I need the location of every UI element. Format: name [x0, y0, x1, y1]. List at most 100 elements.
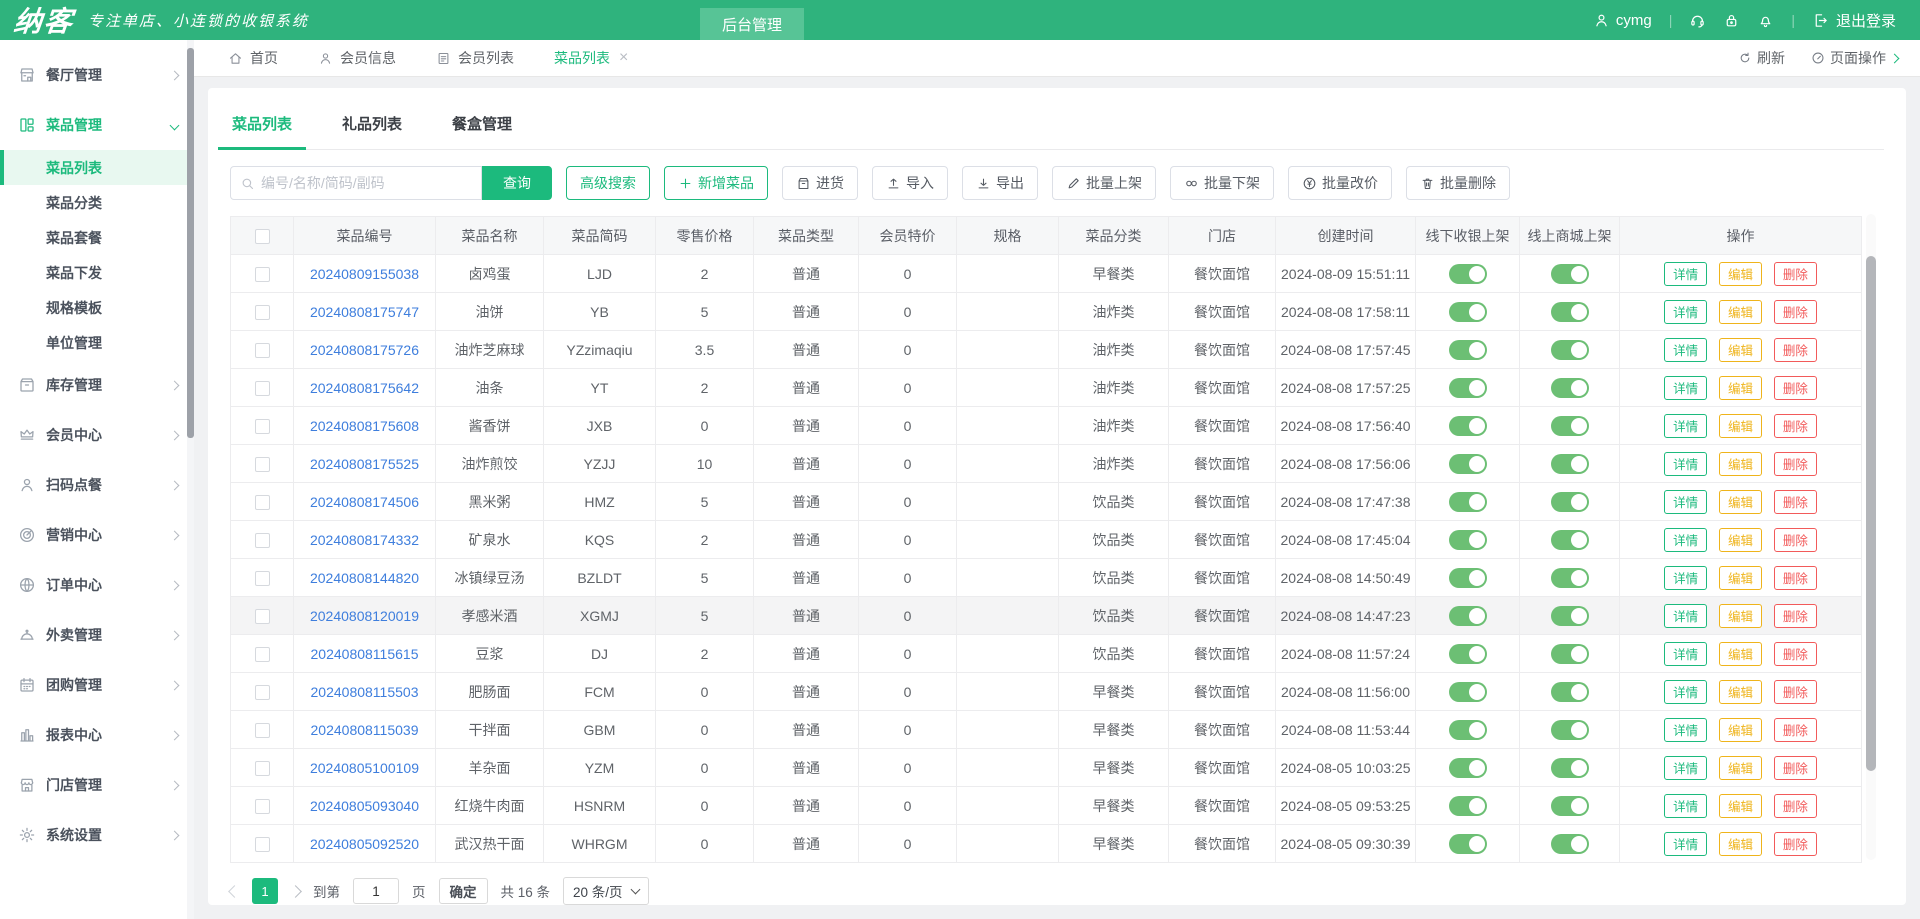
- lock-icon[interactable]: [1723, 12, 1740, 29]
- offline-shelf-toggle[interactable]: [1448, 567, 1487, 588]
- offline-shelf-toggle[interactable]: [1448, 491, 1487, 512]
- detail-button[interactable]: 详情: [1664, 261, 1708, 286]
- row-checkbox[interactable]: [254, 836, 270, 852]
- sidebar-item-inventory[interactable]: 库存管理: [0, 360, 194, 410]
- dish-code-link[interactable]: 20240808174332: [310, 532, 419, 548]
- tab-dish-list[interactable]: 菜品列表 ×: [554, 48, 628, 68]
- row-checkbox[interactable]: [254, 722, 270, 738]
- delete-button[interactable]: 删除: [1773, 717, 1817, 742]
- search-input[interactable]: [261, 175, 472, 191]
- row-checkbox[interactable]: [254, 684, 270, 700]
- row-checkbox[interactable]: [254, 608, 270, 624]
- offline-shelf-toggle[interactable]: [1448, 377, 1487, 398]
- table-scrollbar-thumb[interactable]: [1866, 256, 1876, 771]
- search-button[interactable]: 查询: [482, 166, 552, 200]
- delete-button[interactable]: 删除: [1773, 261, 1817, 286]
- online-shelf-toggle[interactable]: [1550, 377, 1589, 398]
- online-shelf-toggle[interactable]: [1550, 339, 1589, 360]
- content-tab-mealbox[interactable]: 餐盒管理: [450, 100, 514, 149]
- refresh-button[interactable]: 刷新: [1738, 48, 1785, 68]
- online-shelf-toggle[interactable]: [1550, 263, 1589, 284]
- delete-button[interactable]: 删除: [1773, 831, 1817, 856]
- add-dish-button[interactable]: 新增菜品: [664, 166, 768, 200]
- sidebar-item-dish-mgmt[interactable]: 菜品管理: [0, 100, 194, 150]
- sidebar-item-member-center[interactable]: 会员中心: [0, 410, 194, 460]
- detail-button[interactable]: 详情: [1664, 603, 1708, 628]
- page-size-select[interactable]: 20 条/页: [563, 877, 649, 905]
- prev-page-button[interactable]: [228, 884, 241, 898]
- detail-button[interactable]: 详情: [1664, 527, 1708, 552]
- dish-code-link[interactable]: 20240805100109: [310, 760, 419, 776]
- offline-shelf-toggle[interactable]: [1448, 681, 1487, 702]
- backend-nav-tab[interactable]: 后台管理: [700, 8, 805, 40]
- sidebar-item-scan-order[interactable]: 扫码点餐: [0, 460, 194, 510]
- online-shelf-toggle[interactable]: [1550, 491, 1589, 512]
- batch-reprice-button[interactable]: 批量改价: [1288, 166, 1392, 200]
- sidebar-item-store-mgmt[interactable]: 门店管理: [0, 760, 194, 810]
- detail-button[interactable]: 详情: [1664, 717, 1708, 742]
- dish-code-link[interactable]: 20240805092520: [310, 836, 419, 852]
- offline-shelf-toggle[interactable]: [1448, 605, 1487, 626]
- online-shelf-toggle[interactable]: [1550, 719, 1589, 740]
- current-page-button[interactable]: 1: [252, 878, 278, 904]
- content-tab-gift-list[interactable]: 礼品列表: [340, 100, 404, 149]
- sidebar-scrollbar-thumb[interactable]: [187, 48, 194, 438]
- delete-button[interactable]: 删除: [1773, 755, 1817, 780]
- delete-button[interactable]: 删除: [1773, 679, 1817, 704]
- edit-button[interactable]: 编辑: [1718, 261, 1762, 286]
- offline-shelf-toggle[interactable]: [1448, 529, 1487, 550]
- edit-button[interactable]: 编辑: [1718, 641, 1762, 666]
- delete-button[interactable]: 删除: [1773, 489, 1817, 514]
- detail-button[interactable]: 详情: [1664, 641, 1708, 666]
- online-shelf-toggle[interactable]: [1550, 757, 1589, 778]
- online-shelf-toggle[interactable]: [1550, 453, 1589, 474]
- dish-code-link[interactable]: 20240808115039: [311, 722, 419, 738]
- sidebar-item-spec-template[interactable]: 规格模板: [0, 290, 194, 325]
- delete-button[interactable]: 删除: [1773, 413, 1817, 438]
- detail-button[interactable]: 详情: [1664, 375, 1708, 400]
- edit-button[interactable]: 编辑: [1718, 565, 1762, 590]
- row-checkbox[interactable]: [254, 494, 270, 510]
- online-shelf-toggle[interactable]: [1550, 643, 1589, 664]
- delete-button[interactable]: 删除: [1773, 565, 1817, 590]
- edit-button[interactable]: 编辑: [1718, 337, 1762, 362]
- sidebar-item-restaurant[interactable]: 餐厅管理: [0, 50, 194, 100]
- dish-code-link[interactable]: 20240808175747: [310, 304, 419, 320]
- dish-code-link[interactable]: 20240808120019: [310, 608, 419, 624]
- detail-button[interactable]: 详情: [1664, 793, 1708, 818]
- online-shelf-toggle[interactable]: [1550, 567, 1589, 588]
- logout-button[interactable]: 退出登录: [1812, 10, 1896, 31]
- delete-button[interactable]: 删除: [1773, 603, 1817, 628]
- row-checkbox[interactable]: [254, 456, 270, 472]
- sidebar-item-reports[interactable]: 报表中心: [0, 710, 194, 760]
- delete-button[interactable]: 删除: [1773, 793, 1817, 818]
- batch-onshelf-button[interactable]: 批量上架: [1052, 166, 1156, 200]
- detail-button[interactable]: 详情: [1664, 299, 1708, 324]
- dish-code-link[interactable]: 20240808174506: [310, 494, 419, 510]
- dish-code-link[interactable]: 20240808115615: [311, 646, 419, 662]
- detail-button[interactable]: 详情: [1664, 755, 1708, 780]
- edit-button[interactable]: 编辑: [1718, 489, 1762, 514]
- tab-member-list[interactable]: 会员列表 ×: [436, 48, 514, 68]
- edit-button[interactable]: 编辑: [1718, 413, 1762, 438]
- offline-shelf-toggle[interactable]: [1448, 757, 1487, 778]
- advanced-search-button[interactable]: 高级搜索: [566, 166, 650, 200]
- edit-button[interactable]: 编辑: [1718, 375, 1762, 400]
- sidebar-item-order-center[interactable]: 订单中心: [0, 560, 194, 610]
- offline-shelf-toggle[interactable]: [1448, 263, 1487, 284]
- edit-button[interactable]: 编辑: [1718, 451, 1762, 476]
- offline-shelf-toggle[interactable]: [1448, 643, 1487, 664]
- offline-shelf-toggle[interactable]: [1448, 415, 1487, 436]
- dish-code-link[interactable]: 20240808175726: [310, 342, 419, 358]
- delete-button[interactable]: 删除: [1773, 337, 1817, 362]
- sidebar-item-groupbuy[interactable]: 团购管理: [0, 660, 194, 710]
- edit-button[interactable]: 编辑: [1718, 299, 1762, 324]
- dish-code-link[interactable]: 20240808175525: [310, 456, 419, 472]
- sidebar-item-settings[interactable]: 系统设置: [0, 810, 194, 860]
- offline-shelf-toggle[interactable]: [1448, 833, 1487, 854]
- sidebar-item-dish-category[interactable]: 菜品分类: [0, 185, 194, 220]
- online-shelf-toggle[interactable]: [1550, 415, 1589, 436]
- page-operations-button[interactable]: 页面操作: [1811, 48, 1900, 68]
- sidebar-item-unit-mgmt[interactable]: 单位管理: [0, 325, 194, 360]
- table-scrollbar[interactable]: [1866, 214, 1876, 860]
